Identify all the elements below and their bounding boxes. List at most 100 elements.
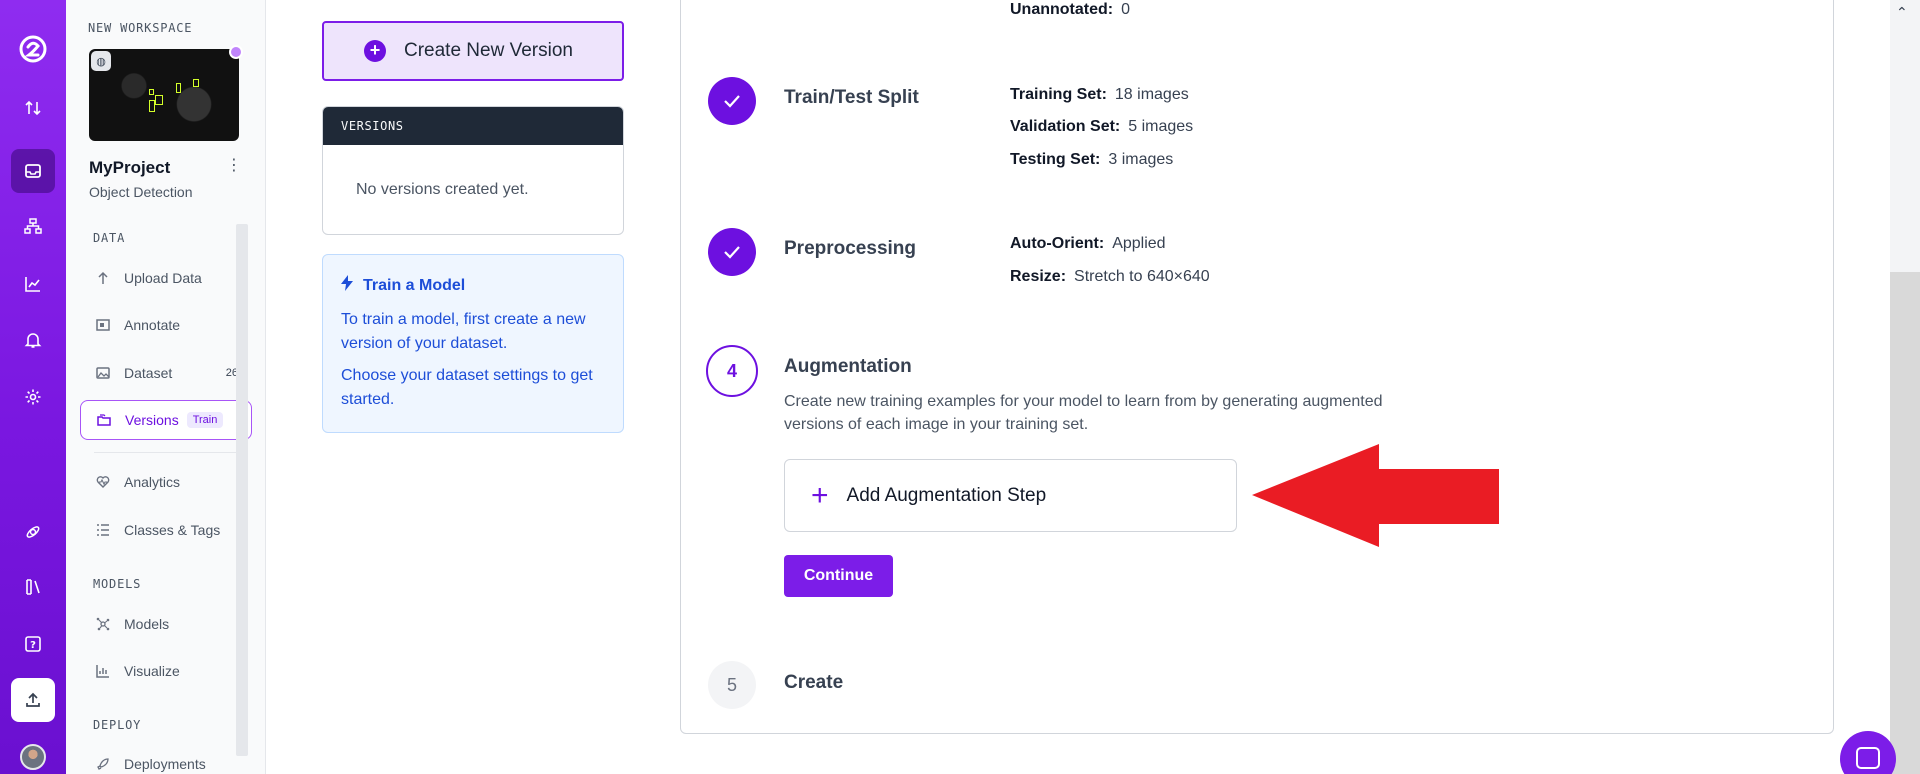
inbox-icon[interactable] (11, 149, 55, 193)
testing-set-row: Testing Set: 3 images (1010, 151, 1173, 169)
workspace-label: NEW WORKSPACE (88, 21, 193, 35)
list-icon (94, 521, 112, 539)
step-preprocessing-title[interactable]: Preprocessing (784, 238, 916, 260)
project-name: MyProject (89, 158, 171, 177)
app-root: ? NEW WORKSPACE ◍ MyProject ⋮ Object Det… (0, 0, 1920, 774)
page-scrollbar[interactable]: ⌃ (1890, 0, 1920, 774)
unannotated-row: Unannotated: 0 (1010, 1, 1130, 19)
train-model-hint: Choose your dataset settings to get star… (341, 367, 593, 408)
satellite-icon[interactable] (11, 510, 55, 554)
help-icon[interactable]: ? (11, 622, 55, 666)
testing-set-value: 3 images (1108, 151, 1174, 168)
auto-orient-label: Auto-Orient: (1010, 235, 1105, 252)
add-augmentation-step-label: Add Augmentation Step (846, 484, 1047, 506)
step-augmentation-number[interactable]: 4 (706, 345, 758, 397)
step-split-check[interactable] (708, 77, 756, 125)
add-augmentation-step-button[interactable]: + Add Augmentation Step (784, 459, 1237, 532)
step-split-title[interactable]: Train/Test Split (784, 87, 919, 109)
plus-circle-icon: + (364, 40, 386, 62)
book-icon[interactable] (11, 565, 55, 609)
sidebar-item-label: Models (124, 616, 170, 632)
train-model-title-text: Train a Model (363, 276, 466, 294)
section-label-data: DATA (93, 231, 126, 245)
step-create-title: Create (784, 672, 844, 693)
globe-icon: ◍ (91, 51, 111, 71)
sidebar-item-label: Visualize (124, 663, 180, 679)
create-new-version-label: Create New Version (404, 40, 573, 61)
logo-icon[interactable] (11, 27, 55, 71)
training-set-row: Training Set: 18 images (1010, 86, 1189, 104)
chevron-up-icon[interactable]: ⌃ (1896, 4, 1908, 21)
transfer-icon[interactable] (11, 86, 55, 130)
sidebar-item-analytics[interactable]: Analytics (80, 462, 252, 502)
resize-label: Resize: (1010, 268, 1067, 285)
section-label-deploy: DEPLOY (93, 718, 142, 732)
more-options-icon[interactable]: ⋮ (224, 156, 244, 176)
status-dot (229, 45, 243, 59)
plus-icon: + (811, 478, 829, 512)
step-augmentation-title: Augmentation (784, 356, 912, 377)
train-model-card: Train a Model To train a model, first cr… (322, 254, 624, 433)
validation-set-label: Validation Set: (1010, 118, 1121, 135)
gear-icon[interactable] (11, 375, 55, 419)
resize-row: Resize: Stretch to 640×640 (1010, 268, 1210, 286)
step-create-number: 5 (708, 661, 756, 709)
scrollbar-thumb[interactable] (1890, 272, 1920, 774)
icon-rail: ? (0, 0, 66, 774)
validation-set-value: 5 images (1128, 118, 1194, 135)
versions-list: VERSIONS No versions created yet. (322, 106, 624, 235)
line-chart-icon[interactable] (11, 262, 55, 306)
unannotated-label: Unannotated: (1010, 1, 1114, 18)
bar-chart-icon (94, 662, 112, 680)
train-model-title: Train a Model (341, 275, 605, 296)
annotation-box (149, 100, 155, 112)
sidebar-item-label: Deployments (124, 756, 206, 772)
step-preprocessing-check[interactable] (708, 228, 756, 276)
auto-orient-row: Auto-Orient: Applied (1010, 235, 1166, 253)
project-thumbnail[interactable]: ◍ (89, 49, 239, 141)
sidebar-item-models[interactable]: Models (80, 604, 252, 644)
unannotated-value: 0 (1121, 1, 1131, 18)
auto-orient-value: Applied (1112, 235, 1166, 252)
annotation-box (176, 83, 181, 93)
validation-set-row: Validation Set: 5 images (1010, 118, 1193, 136)
hierarchy-icon[interactable] (11, 204, 55, 248)
sidebar-item-dataset[interactable]: Dataset 26 (80, 353, 252, 393)
sidebar-scrollbar[interactable] (236, 224, 248, 756)
avatar[interactable] (20, 744, 46, 770)
continue-button[interactable]: Continue (784, 555, 893, 597)
augmentation-description: Create new training examples for your mo… (784, 393, 1383, 433)
versions-empty-text: No versions created yet. (356, 181, 529, 198)
sidebar-item-deployments[interactable]: Deployments (80, 744, 252, 774)
train-badge: Train (186, 412, 224, 428)
create-new-version-button[interactable]: + Create New Version (322, 21, 624, 81)
rocket-icon (94, 755, 112, 773)
resize-value: Stretch to 640×640 (1074, 268, 1210, 285)
upload-icon[interactable] (11, 678, 55, 722)
lightning-icon (341, 275, 353, 296)
sidebar-item-versions[interactable]: Versions Train (80, 400, 252, 440)
sidebar-item-label: Classes & Tags (124, 522, 221, 538)
sidebar-item-visualize[interactable]: Visualize (80, 651, 252, 691)
bell-icon[interactable] (11, 318, 55, 362)
train-model-text: To train a model, first create a new ver… (341, 311, 586, 352)
sidebar-item-label: Analytics (124, 474, 181, 490)
photo-icon (94, 364, 112, 382)
sidebar-item-label: Annotate (124, 317, 181, 333)
divider (94, 452, 246, 453)
testing-set-label: Testing Set: (1010, 151, 1101, 168)
sidebar-item-upload-data[interactable]: Upload Data (80, 258, 252, 298)
training-set-value: 18 images (1114, 86, 1189, 103)
project-sidebar: NEW WORKSPACE ◍ MyProject ⋮ Object Detec… (66, 0, 266, 774)
folders-icon (95, 411, 113, 429)
chat-launcher-button[interactable] (1840, 731, 1896, 774)
section-label-models: MODELS (93, 577, 142, 591)
sidebar-item-label: Dataset (124, 365, 173, 381)
annotation-box (193, 79, 199, 87)
training-set-label: Training Set: (1010, 86, 1107, 103)
sidebar-item-classes-tags[interactable]: Classes & Tags (80, 510, 252, 550)
red-arrow-annotation (1252, 444, 1499, 547)
sidebar-item-annotate[interactable]: Annotate (80, 305, 252, 345)
arrow-up-icon (94, 269, 112, 287)
project-type: Object Detection (89, 184, 193, 200)
